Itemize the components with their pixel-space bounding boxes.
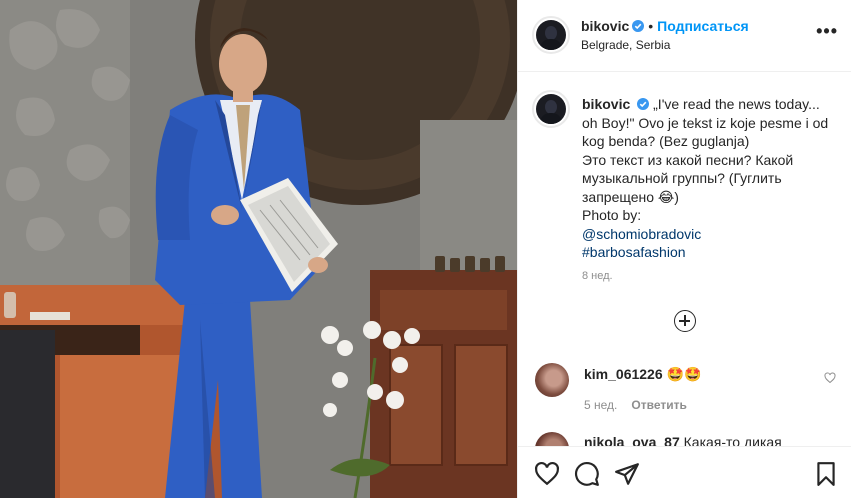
verified-badge-icon [637,98,650,110]
commenter-avatar[interactable] [535,432,569,446]
caption-line-3: Photo by: [582,207,642,223]
follow-button[interactable]: Подписаться [657,18,749,34]
caption-username[interactable]: bikovic [582,96,630,112]
comment-meta: 5 нед. Ответить [584,398,687,412]
caption-line-2: Это текст из какой песни? Какой музыкаль… [582,151,794,205]
comment-like-heart-icon[interactable] [824,372,836,384]
heart-icon[interactable] [534,461,560,487]
verified-badge-icon [632,20,645,32]
bookmark-icon[interactable] [813,461,839,487]
comment-text-line: kim_061226 🤩🤩 [584,366,701,383]
separator-dot: • [648,18,654,34]
author-username[interactable]: bikovic [581,18,629,34]
comment-text: 🤩🤩 [666,366,702,382]
caption-avatar[interactable] [532,90,570,128]
post-photo[interactable] [0,0,517,498]
plus-circle-icon[interactable] [674,310,696,332]
comments-list[interactable]: bikovic „I've read the news today... oh … [518,72,851,446]
more-options-icon[interactable]: ••• [816,22,838,40]
photo-illustration [0,0,517,498]
comment-text: Какая-то дикая [683,434,782,446]
commenter-username[interactable]: nikola_ova_87 [584,434,680,446]
commenter-avatar[interactable] [535,363,569,397]
comment-text-line: nikola_ova_87 Какая-то дикая [584,434,782,446]
caption-text: bikovic „I've read the news today... oh … [582,95,832,262]
caption-time[interactable]: 8 нед. [582,270,613,282]
caption-hashtag-link[interactable]: #barbosafashion [582,244,686,260]
send-icon[interactable] [614,461,640,487]
author-avatar[interactable] [532,16,570,54]
post-location[interactable]: Belgrade, Serbia [581,38,670,52]
comment-icon[interactable] [574,461,600,487]
post-header: bikovic • Подписаться Belgrade, Serbia ••• [518,0,851,72]
author-line: bikovic • Подписаться [581,18,749,34]
post-details-pane: bikovic • Подписаться Belgrade, Serbia •••… [517,0,851,498]
reply-button[interactable]: Ответить [631,398,686,412]
caption-mention-link[interactable]: @schomiobradovic [582,226,701,242]
comment-time[interactable]: 5 нед. [584,398,617,412]
post-actions [518,446,851,498]
commenter-username[interactable]: kim_061226 [584,366,663,382]
